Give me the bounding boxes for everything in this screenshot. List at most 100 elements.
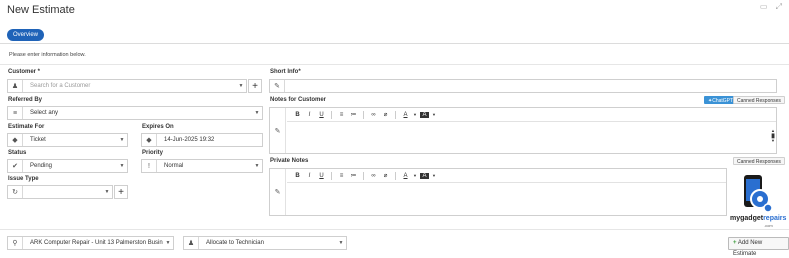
highlight-button[interactable]: A [419,172,429,179]
allocate-technician-select[interactable]: ♟ Allocate to Technician ▼ [183,236,347,250]
unlink-icon[interactable]: ⌀ [381,172,390,179]
chevron-down-icon: ▼ [431,173,436,178]
expires-on-value: 14-Jun-2025 19:32 [164,137,215,143]
editor-toolbar: B I U ≡ ≔ ∞ ⌀ A ▼ A ▼ [287,108,776,122]
logo-com: .com [764,223,773,228]
underline-button[interactable]: U [317,112,326,118]
issue-type-select[interactable]: ↻ ▼ [7,185,113,199]
chevron-down-icon: ▼ [104,189,110,195]
estimate-for-label: Estimate For [8,124,45,130]
referred-by-select[interactable]: ≡ Select any ▼ [7,106,263,120]
priority-label: Priority [142,150,164,156]
private-notes-editor[interactable]: ✎ B I U ≡ ≔ ∞ ⌀ A ▼ A ▼ [269,168,727,216]
priority-value: Normal [164,163,184,169]
referred-by-label: Referred By [8,97,43,103]
map-marker-icon: ⚲ [8,237,23,249]
phone-gear-icon [744,175,773,213]
page-title: New Estimate [7,4,75,16]
footer-divider [0,229,789,230]
status-label: Status [8,150,27,156]
user-icon: ♟ [184,237,199,249]
logo-text: mygadgetrepairs [730,215,786,222]
font-color-button[interactable]: A [401,112,410,118]
allocate-technician-value: Allocate to Technician [206,240,264,246]
toolbar-divider [331,110,332,119]
edit-icon: ✎ [270,169,286,215]
chevron-down-icon: ▼ [119,137,125,143]
private-canned-responses-button[interactable]: Canned Responses [733,157,785,165]
editor-toolbar: B I U ≡ ≔ ∞ ⌀ A ▼ A ▼ [287,169,726,183]
logo-repairs: repairs [763,215,787,222]
logo-gadget: gadget [740,215,764,222]
chevron-down-icon: ▼ [254,163,260,169]
chevron-down-icon: ▼ [119,163,125,169]
short-info-input[interactable]: ✎ [269,79,777,93]
toolbar-divider [395,110,396,119]
chevron-down-icon: ▼ [431,112,436,117]
tag-icon: ◆ [8,134,23,146]
expires-on-input[interactable]: ◆ 14-Jun-2025 19:32 [141,133,263,147]
issue-type-value [23,186,102,198]
location-select[interactable]: ⚲ ARK Computer Repair - Unit 13 Palmerst… [7,236,174,250]
link-icon[interactable]: ∞ [369,112,378,118]
toolbar-divider [363,110,364,119]
add-new-estimate-button[interactable]: + Add New Estimate [728,237,789,257]
italic-button[interactable]: I [305,173,314,179]
short-info-value [285,80,776,92]
logo-my: my [730,215,741,222]
edit-icon: ✎ [270,80,285,92]
canned-responses-button[interactable]: Canned Responses [733,96,785,104]
customer-label: Customer * [8,69,41,75]
estimate-for-select[interactable]: ◆ Ticket ▼ [7,133,128,147]
toolbar-divider [395,171,396,180]
link-icon[interactable]: ∞ [369,173,378,179]
bold-button[interactable]: B [293,173,302,179]
private-notes-label: Private Notes [270,158,309,164]
referred-by-value: Select any [30,110,59,116]
chevron-down-icon: ▼ [413,112,417,117]
unordered-list-icon[interactable]: ≔ [349,111,358,118]
customer-select[interactable]: ♟ Search for a Customer ▼ [7,79,247,93]
window-controls-icon[interactable]: ▭ ⤢ [760,2,785,12]
check-icon: ✔ [8,160,23,172]
add-issue-type-button[interactable]: + [114,185,128,199]
expires-on-label: Expires On [142,124,174,130]
chevron-down-icon: ▼ [254,110,260,116]
short-info-label: Short Info* [270,69,301,75]
chatgpt-label: ChatGPT [712,98,734,104]
issue-type-label: Issue Type [8,176,39,182]
chevron-down-icon: ▼ [413,173,417,178]
chevron-down-icon: ▼ [165,240,171,246]
unlink-icon[interactable]: ⌀ [381,111,390,118]
ordered-list-icon[interactable]: ≡ [337,112,346,118]
estimate-for-value: Ticket [30,137,46,143]
highlight-button[interactable]: A [419,111,429,118]
customer-placeholder: Search for a Customer [30,83,91,89]
divider [0,64,789,65]
chevron-down-icon: ▼ [338,240,344,246]
tab-overview[interactable]: Overview [7,29,45,41]
unordered-list-icon[interactable]: ≔ [349,172,358,179]
status-select[interactable]: ✔ Pending ▼ [7,159,128,173]
location-value: ARK Computer Repair - Unit 13 Palmerston… [30,240,163,246]
toolbar-divider [363,171,364,180]
list-icon: ≡ [8,107,23,119]
ordered-list-icon[interactable]: ≡ [337,173,346,179]
edit-icon: ✎ [270,108,286,153]
tab-bar: Overview [0,28,789,44]
add-customer-button[interactable]: + [248,79,262,93]
chevron-down-icon: ▼ [238,83,244,89]
notes-for-customer-editor[interactable]: ✎ B I U ≡ ≔ ∞ ⌀ A ▼ A ▼ ▲ █ ▼ [269,107,777,154]
toolbar-divider [331,171,332,180]
tag-icon: ◆ [142,134,157,146]
notes-for-customer-label: Notes for Customer [270,97,327,103]
underline-button[interactable]: U [317,173,326,179]
scrollbar[interactable]: ▲ █ ▼ [771,128,775,144]
add-new-estimate-label: Add New Estimate [733,240,763,257]
font-color-button[interactable]: A [401,173,410,179]
plus-icon: + [733,240,737,246]
bold-button[interactable]: B [293,112,302,118]
italic-button[interactable]: I [305,112,314,118]
priority-select[interactable]: ! Normal ▼ [141,159,263,173]
user-icon: ♟ [8,80,23,92]
